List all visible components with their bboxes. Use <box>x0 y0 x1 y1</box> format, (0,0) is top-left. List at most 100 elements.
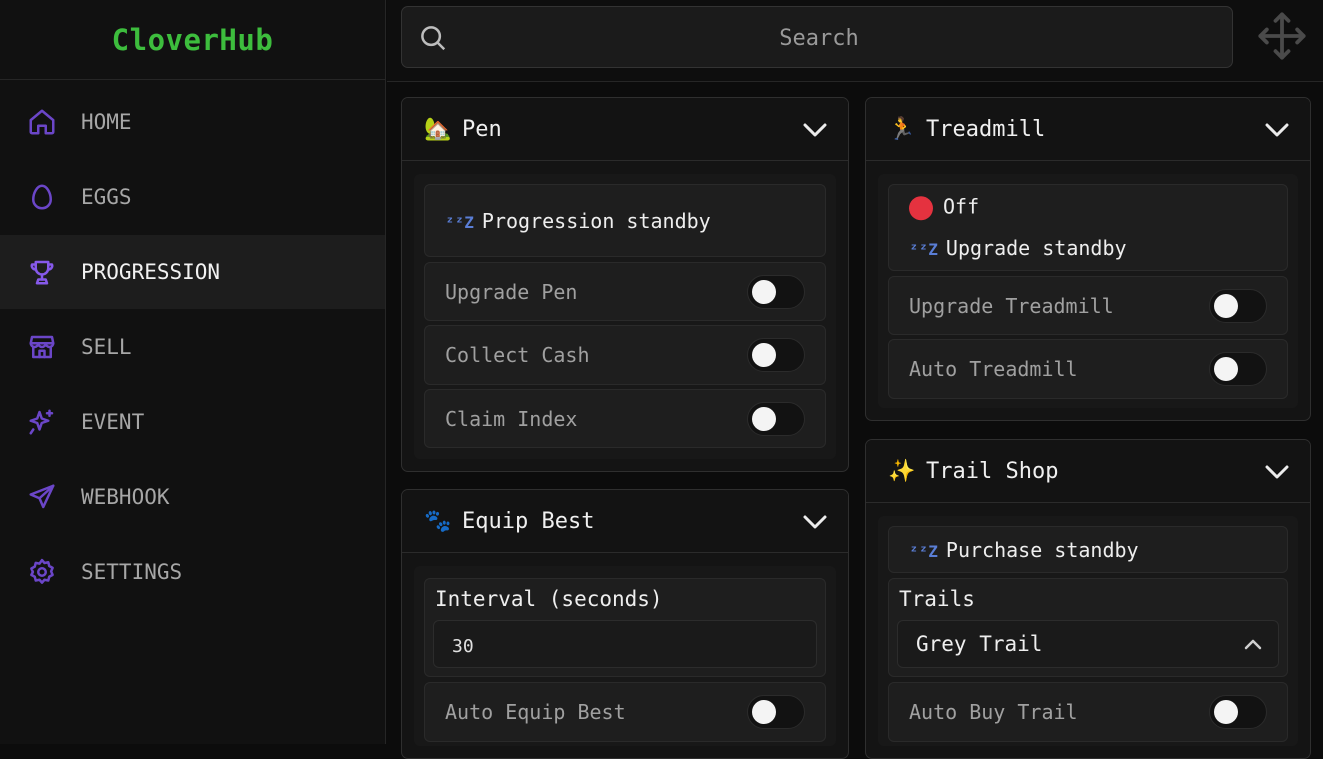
sleep-icon: ᶻᶻZ <box>909 541 938 561</box>
toggle-label: Claim Index <box>445 406 578 431</box>
toggle-row-claim-index: Claim Index <box>424 389 826 448</box>
chevron-down-icon[interactable] <box>1262 116 1292 144</box>
toggle-row-auto-equip-best: Auto Equip Best <box>424 682 826 742</box>
move-handle-icon[interactable] <box>1256 10 1308 62</box>
auto-equip-best-toggle[interactable] <box>747 695 805 729</box>
toggle-knob <box>752 700 776 724</box>
interval-field: Interval (seconds) <box>424 578 826 677</box>
status-text: ᶻᶻZ Purchase standby <box>909 537 1139 562</box>
status-dot-icon <box>909 195 933 220</box>
sidebar-item-sell[interactable]: SELL <box>0 310 385 384</box>
sidebar-item-home[interactable]: HOME <box>0 85 385 159</box>
toggle-label: Upgrade Treadmill <box>909 293 1114 318</box>
treadmill-panel-body: Off ᶻᶻZ Upgrade standby Upgrade Treadmill… <box>878 174 1298 408</box>
pen-panel: 🏡 Pen ᶻᶻZ Progression standby Upgrade Pen… <box>401 97 849 472</box>
state-text: Off <box>909 194 979 220</box>
toggle-label: Auto Treadmill <box>909 357 1078 381</box>
toggle-row-auto-buy-trail: Auto Buy Trail <box>888 682 1288 742</box>
sidebar-item-label: SELL <box>81 335 132 359</box>
claim-index-toggle[interactable] <box>747 401 805 436</box>
search-icon <box>418 23 448 53</box>
brand-header: CloverHub <box>0 0 385 80</box>
store-icon <box>26 331 58 363</box>
sidebar-item-label: EVENT <box>81 410 145 434</box>
interval-input-box[interactable] <box>433 620 817 668</box>
pen-panel-body: ᶻᶻZ Progression standby Upgrade Pen Colle… <box>414 174 836 459</box>
sidebar-item-label: HOME <box>81 110 132 134</box>
interval-label: Interval (seconds) <box>435 587 663 611</box>
pen-panel-header[interactable]: 🏡 Pen <box>402 98 848 161</box>
status-text: ᶻᶻZ Progression standby <box>445 208 711 233</box>
gear-icon <box>26 556 58 588</box>
sidebar-item-webhook[interactable]: WEBHOOK <box>0 460 385 534</box>
treadmill-panel-header[interactable]: 🏃 Treadmill <box>866 98 1310 161</box>
house-icon: 🏡 <box>424 116 452 142</box>
equip-best-panel-header[interactable]: 🐾 Equip Best <box>402 490 848 553</box>
status-row: ᶻᶻZ Progression standby <box>424 184 826 257</box>
paw-icon: 🐾 <box>424 508 452 534</box>
chevron-down-icon[interactable] <box>800 116 830 144</box>
toggle-row-collect-cash: Collect Cash <box>424 325 826 385</box>
chevron-down-icon[interactable] <box>1262 458 1292 486</box>
brand-title: CloverHub <box>111 22 274 57</box>
chevron-up-icon <box>1242 634 1264 656</box>
auto-buy-trail-toggle[interactable] <box>1209 695 1267 729</box>
panel-title: Treadmill <box>926 116 1046 142</box>
sparkles-icon <box>26 406 58 438</box>
status-row: Off ᶻᶻZ Upgrade standby <box>888 184 1288 271</box>
trail-shop-panel-header[interactable]: ✨ Trail Shop <box>866 440 1310 503</box>
sidebar-item-label: EGGS <box>81 185 132 209</box>
top-bar <box>387 0 1323 82</box>
sparkles-icon: ✨ <box>888 458 916 484</box>
toggle-knob <box>752 279 776 304</box>
egg-icon <box>26 181 58 213</box>
sidebar-item-settings[interactable]: SETTINGS <box>0 535 385 609</box>
trails-field: Trails Grey Trail <box>888 578 1288 677</box>
toggle-knob <box>1214 700 1238 724</box>
interval-input[interactable] <box>450 629 754 663</box>
toggle-row-auto-treadmill: Auto Treadmill <box>888 339 1288 399</box>
panel-title: Pen <box>462 116 502 142</box>
toggle-knob <box>1214 357 1238 381</box>
treadmill-panel: 🏃 Treadmill Off ᶻᶻZ Upgrade standby Upgra… <box>865 97 1311 421</box>
trophy-icon <box>26 256 58 288</box>
sidebar-item-label: PROGRESSION <box>81 260 221 284</box>
home-icon <box>26 106 58 138</box>
equip-best-panel: 🐾 Equip Best Interval (seconds) Auto Equ… <box>401 489 849 759</box>
sidebar-item-label: WEBHOOK <box>81 485 170 509</box>
runner-icon: 🏃 <box>888 116 916 142</box>
toggle-knob <box>1214 293 1238 318</box>
toggle-knob <box>752 406 776 431</box>
sidebar-item-progression[interactable]: PROGRESSION <box>0 235 385 309</box>
trails-selected-value: Grey Trail <box>916 632 1043 656</box>
status-row: ᶻᶻZ Purchase standby <box>888 526 1288 573</box>
search-input[interactable] <box>462 17 1176 59</box>
panel-title: Equip Best <box>462 508 595 534</box>
toggle-label: Upgrade Pen <box>445 279 578 304</box>
toggle-label: Collect Cash <box>445 343 590 367</box>
trails-label: Trails <box>899 587 975 611</box>
sidebar-nav: HOME EGGS PROGRESSION SELL EVENT WEBHOOK… <box>0 85 385 610</box>
equip-best-panel-body: Interval (seconds) Auto Equip Best <box>414 566 836 746</box>
chevron-down-icon[interactable] <box>800 508 830 536</box>
toggle-row-upgrade-treadmill: Upgrade Treadmill <box>888 276 1288 335</box>
trail-shop-panel: ✨ Trail Shop ᶻᶻZ Purchase standby Trails … <box>865 439 1311 759</box>
panel-title: Trail Shop <box>926 458 1059 484</box>
toggle-label: Auto Equip Best <box>445 700 626 724</box>
sidebar-item-event[interactable]: EVENT <box>0 385 385 459</box>
sidebar-item-eggs[interactable]: EGGS <box>0 160 385 234</box>
sidebar: CloverHub HOME EGGS PROGRESSION SELL EVE… <box>0 0 386 744</box>
upgrade-pen-toggle[interactable] <box>747 274 805 309</box>
send-icon <box>26 481 58 513</box>
auto-treadmill-toggle[interactable] <box>1209 352 1267 386</box>
collect-cash-toggle[interactable] <box>747 338 805 372</box>
search-bar[interactable] <box>401 6 1233 68</box>
toggle-label: Auto Buy Trail <box>909 700 1078 724</box>
sleep-icon: ᶻᶻZ <box>445 212 474 232</box>
upgrade-treadmill-toggle[interactable] <box>1209 288 1267 323</box>
status-text: ᶻᶻZ Upgrade standby <box>909 236 1127 260</box>
app-window: CloverHub HOME EGGS PROGRESSION SELL EVE… <box>0 0 1323 759</box>
trails-dropdown[interactable]: Grey Trail <box>897 620 1279 668</box>
toggle-row-upgrade-pen: Upgrade Pen <box>424 262 826 321</box>
trail-shop-panel-body: ᶻᶻZ Purchase standby Trails Grey Trail Au… <box>878 516 1298 746</box>
